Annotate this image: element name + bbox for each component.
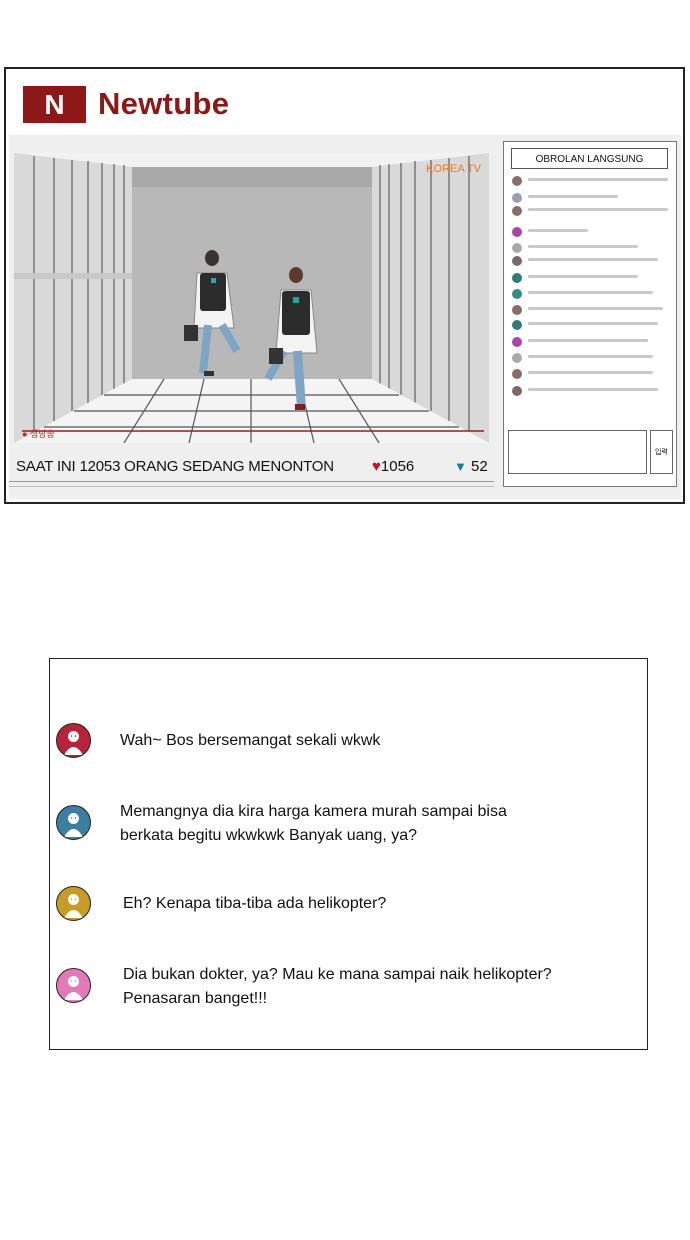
user-avatar-icon [56,886,91,921]
chat-message-line [528,388,658,391]
chat-avatar-icon [512,305,522,315]
chat-message [512,304,672,318]
chat-message-line [528,229,588,232]
heart-icon: ♥ [372,458,381,475]
video-player[interactable]: KOREA TV ● 생방송 [14,153,489,443]
chat-avatar-icon [512,256,522,266]
brand-name[interactable]: Newtube [98,85,229,123]
chat-message [512,385,672,399]
user-avatar-icon [56,805,91,840]
video-frame [14,153,489,443]
chat-message [512,255,672,269]
divider [9,486,494,487]
chat-message-line [528,208,668,211]
chat-message-line [528,355,653,358]
video-info-bar: SAAT INI 12053 ORANG SEDANG MENONTON ♥10… [14,454,492,480]
chat-message [512,175,672,189]
chat-message [512,352,672,366]
chat-message-line [528,339,648,342]
chat-message [512,192,672,206]
comments-box: Wah~ Bos bersemangat sekali wkwk Memangn… [49,658,648,1050]
chat-avatar-icon [512,386,522,396]
live-badge: ● 생방송 [22,429,55,439]
chat-avatar-icon [512,353,522,363]
chat-avatar-icon [512,176,522,186]
chat-message-line [528,258,658,261]
chat-avatar-icon [512,337,522,347]
newtube-logo[interactable]: N [23,86,86,123]
chat-message-line [528,322,658,325]
chat-message [512,336,672,350]
comment-text: Wah~ Bos bersemangat sekali wkwk [120,732,381,749]
viewer-count-text: SAAT INI 12053 ORANG SEDANG MENONTON [16,458,334,475]
live-chat-panel: OBROLAN LANGSUNG 입력 [503,141,677,487]
chat-message [512,288,672,302]
chat-avatar-icon [512,227,522,237]
chat-message-line [528,275,638,278]
newtube-window: N Newtube KOREA TV ● 생방송 SAAT INI 12053 … [4,67,685,504]
chat-message-line [528,178,668,181]
channel-watermark: KOREA TV [426,163,481,175]
comment-text: Memangnya dia kira harga kamera murah sa… [120,803,507,844]
chat-message-line [528,291,653,294]
chat-avatar-icon [512,289,522,299]
down-triangle-icon: ▼ [454,459,467,474]
chat-message-line [528,245,638,248]
chat-message-line [528,195,618,198]
chat-message [512,319,672,333]
chat-avatar-icon [512,273,522,283]
comment-text: Dia bukan dokter, ya? Mau ke mana sampai… [123,966,552,1007]
like-button[interactable]: ♥1056 [372,454,414,480]
comment-text: Eh? Kenapa tiba-tiba ada helikopter? [123,895,387,912]
chat-avatar-icon [512,206,522,216]
chat-message [512,242,672,256]
chat-avatar-icon [512,193,522,203]
chat-avatar-icon [512,243,522,253]
like-count: 1056 [380,458,415,475]
divider [9,481,494,482]
chat-message [512,368,672,382]
chat-title: OBROLAN LANGSUNG [511,148,668,169]
chat-send-button[interactable]: 입력 [650,430,673,474]
user-avatar-icon [56,968,91,1003]
dislike-count: 52 [471,458,488,475]
chat-message [512,205,672,219]
chat-message [512,272,672,286]
chat-avatar-icon [512,369,522,379]
user-avatar-icon [56,723,91,758]
chat-message-line [528,307,663,310]
dislike-button[interactable]: ▼ 52 [454,454,488,480]
chat-input[interactable] [508,430,647,474]
chat-message [512,226,672,240]
chat-message-line [528,371,653,374]
chat-avatar-icon [512,320,522,330]
